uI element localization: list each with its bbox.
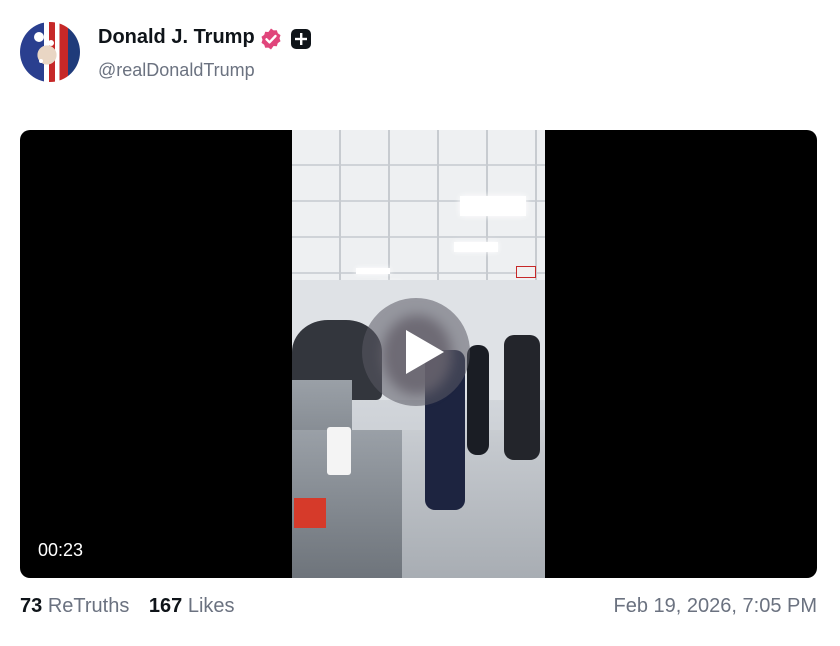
avatar[interactable]	[20, 22, 80, 82]
retruths-count: 73	[20, 595, 43, 617]
play-icon	[406, 330, 444, 374]
likes-label: Likes	[187, 595, 235, 617]
author-name[interactable]: Donald J. Trump	[98, 26, 255, 49]
video-duration: 00:23	[38, 540, 84, 560]
likes-count: 167	[148, 595, 183, 617]
retruths-stat[interactable]: 73 ReTruths	[20, 595, 129, 618]
post-timestamp[interactable]: Feb 19, 2026, 7:05 PM	[614, 595, 817, 618]
video-player[interactable]: 00:23	[20, 130, 817, 578]
post-stats: 73 ReTruths 167 Likes	[20, 595, 249, 618]
author-handle[interactable]: @realDonaldTrump	[98, 60, 255, 81]
play-button[interactable]	[362, 298, 470, 406]
plus-badge-icon	[291, 29, 311, 49]
verified-badge-icon	[261, 28, 281, 50]
likes-stat[interactable]: 167 Likes	[149, 595, 235, 618]
retruths-label: ReTruths	[47, 595, 130, 617]
